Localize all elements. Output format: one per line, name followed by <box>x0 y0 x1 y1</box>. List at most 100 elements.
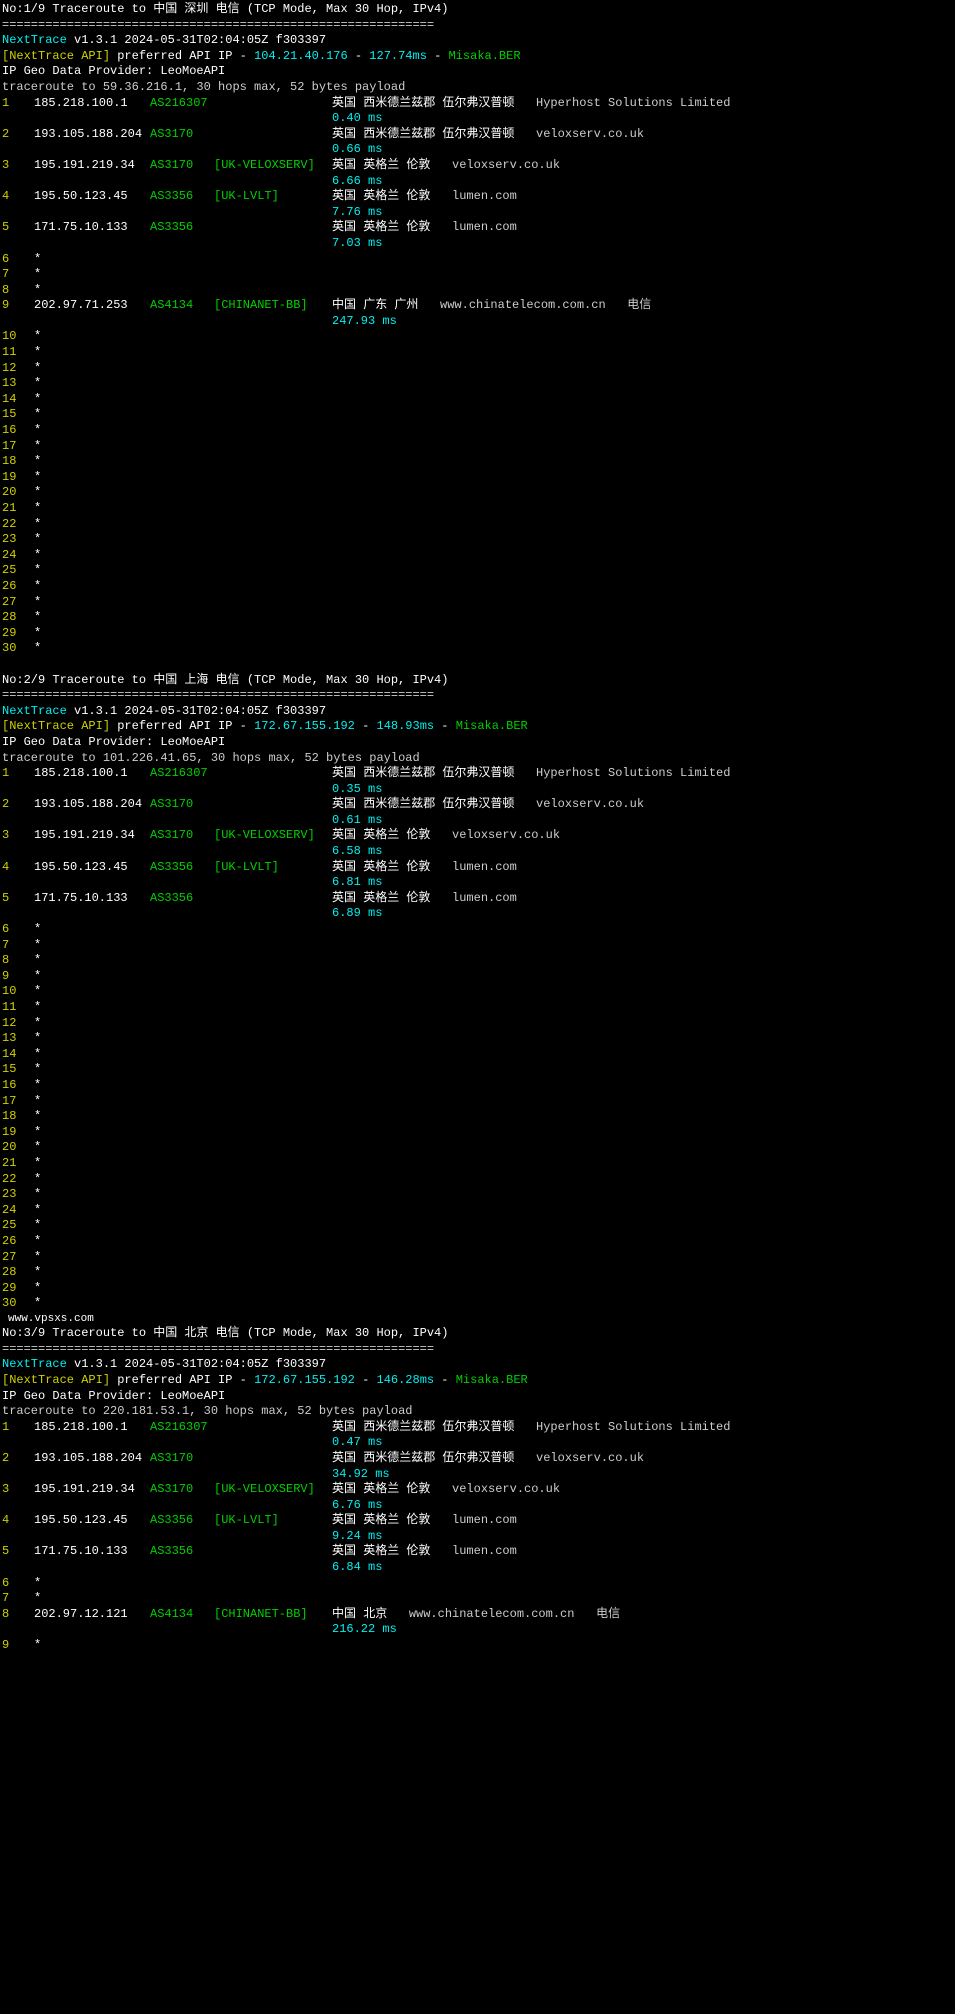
hop-ip: 195.50.123.45 <box>34 189 150 205</box>
hop-number: 5 <box>2 891 34 907</box>
hop-row: 12* <box>2 361 955 377</box>
hop-row: 6* <box>2 922 955 938</box>
hop-ip: 193.105.188.204 <box>34 797 150 813</box>
hop-row: 21* <box>2 1156 955 1172</box>
hop-number: 18 <box>2 454 34 470</box>
hop-row: 7* <box>2 938 955 954</box>
hop-number: 9 <box>2 969 34 985</box>
hop-latency: 6.89 ms <box>2 906 955 922</box>
api-ip: 172.67.155.192 <box>254 1373 355 1387</box>
hop-row: 12* <box>2 1016 955 1032</box>
traceroute-target-line: traceroute to 101.226.41.65, 30 hops max… <box>2 751 955 767</box>
hop-isp: lumen.com <box>452 189 517 203</box>
hop-row: 5171.75.10.133AS3356英国 英格兰 伦敦 lumen.com <box>2 1544 955 1560</box>
hop-location: 英国 英格兰 伦敦 <box>332 1513 430 1527</box>
hop-row: 24* <box>2 1203 955 1219</box>
hop-row: 23* <box>2 1187 955 1203</box>
hop-row: 18* <box>2 1109 955 1125</box>
hop-number: 6 <box>2 252 34 268</box>
hop-timeout-star: * <box>34 329 41 343</box>
hop-timeout-star: * <box>34 267 41 281</box>
hop-number: 1 <box>2 96 34 112</box>
hop-timeout-star: * <box>34 423 41 437</box>
hop-timeout-star: * <box>34 1250 41 1264</box>
hop-timeout-star: * <box>34 376 41 390</box>
hop-row: 3195.191.219.34AS3170[UK-VELOXSERV]英国 英格… <box>2 158 955 174</box>
hop-timeout-star: * <box>34 485 41 499</box>
hop-number: 9 <box>2 1638 34 1654</box>
hop-number: 8 <box>2 953 34 969</box>
hop-row: 4195.50.123.45AS3356[UK-LVLT]英国 英格兰 伦敦 l… <box>2 1513 955 1529</box>
hop-number: 4 <box>2 189 34 205</box>
hop-latency: 0.47 ms <box>2 1435 955 1451</box>
hop-asn: AS3170 <box>150 797 214 813</box>
hop-timeout-star: * <box>34 1203 41 1217</box>
hop-row: 19* <box>2 470 955 486</box>
watermark: www.vpsxs.com <box>2 1312 955 1326</box>
hop-row: 8202.97.12.121AS4134[CHINANET-BB]中国 北京 w… <box>2 1607 955 1623</box>
hop-timeout-star: * <box>34 407 41 421</box>
hop-tag: [UK-VELOXSERV] <box>214 1482 332 1498</box>
hop-timeout-star: * <box>34 1047 41 1061</box>
hop-number: 3 <box>2 1482 34 1498</box>
hop-timeout-star: * <box>34 1078 41 1092</box>
hop-timeout-star: * <box>34 984 41 998</box>
hop-asn: AS3170 <box>150 127 214 143</box>
hop-row: 15* <box>2 407 955 423</box>
hop-asn: AS216307 <box>150 766 214 782</box>
api-preferred: preferred API IP <box>117 1373 232 1387</box>
hop-timeout-star: * <box>34 1000 41 1014</box>
hop-number: 22 <box>2 517 34 533</box>
program-version: v1.3.1 2024-05-31T02:04:05Z f303397 <box>74 1357 326 1371</box>
hop-row: 9202.97.71.253AS4134[CHINANET-BB]中国 广东 广… <box>2 298 955 314</box>
hop-isp: veloxserv.co.uk <box>536 127 644 141</box>
hop-number: 6 <box>2 922 34 938</box>
hop-location: 英国 英格兰 伦敦 <box>332 828 430 842</box>
hop-timeout-star: * <box>34 1296 41 1310</box>
hop-timeout-star: * <box>34 1638 41 1652</box>
hop-asn: AS3356 <box>150 891 214 907</box>
hop-row: 9* <box>2 1638 955 1654</box>
hop-latency: 6.84 ms <box>2 1560 955 1576</box>
trace-section: No:2/9 Traceroute to 中国 上海 电信 (TCP Mode,… <box>2 673 955 1312</box>
hop-timeout-star: * <box>34 922 41 936</box>
hop-number: 11 <box>2 345 34 361</box>
hop-timeout-star: * <box>34 953 41 967</box>
hop-row: 24* <box>2 548 955 564</box>
hop-row: 28* <box>2 1265 955 1281</box>
hop-tag: [UK-VELOXSERV] <box>214 158 332 174</box>
trace-section: No:1/9 Traceroute to 中国 深圳 电信 (TCP Mode,… <box>2 2 955 657</box>
hop-timeout-star: * <box>34 454 41 468</box>
hop-number: 2 <box>2 127 34 143</box>
hop-row: 2193.105.188.204AS3170英国 西米德兰兹郡 伍尔弗汉普顿 v… <box>2 127 955 143</box>
hop-latency: 247.93 ms <box>2 314 955 330</box>
hop-ip: 195.50.123.45 <box>34 860 150 876</box>
hop-ip: 171.75.10.133 <box>34 891 150 907</box>
hop-number: 25 <box>2 563 34 579</box>
hop-number: 29 <box>2 1281 34 1297</box>
hop-number: 11 <box>2 1000 34 1016</box>
hop-isp: veloxserv.co.uk <box>536 1451 644 1465</box>
hop-number: 30 <box>2 1296 34 1312</box>
hop-ip: 171.75.10.133 <box>34 220 150 236</box>
hop-latency: 34.92 ms <box>2 1467 955 1483</box>
hop-latency: 6.81 ms <box>2 875 955 891</box>
hop-isp: Hyperhost Solutions Limited <box>536 766 730 780</box>
hop-timeout-star: * <box>34 1109 41 1123</box>
divider: ========================================… <box>2 18 955 34</box>
hop-number: 3 <box>2 158 34 174</box>
hop-row: 1185.218.100.1AS216307英国 西米德兰兹郡 伍尔弗汉普顿 H… <box>2 96 955 112</box>
hop-location: 英国 英格兰 伦敦 <box>332 1544 430 1558</box>
hop-number: 4 <box>2 1513 34 1529</box>
hop-timeout-star: * <box>34 1094 41 1108</box>
hop-number: 23 <box>2 532 34 548</box>
hop-hostname: www.chinatelecom.com.cn <box>440 298 606 312</box>
hop-row: 29* <box>2 1281 955 1297</box>
hop-number: 17 <box>2 1094 34 1110</box>
api-preferred: preferred API IP <box>117 49 232 63</box>
hop-latency: 0.40 ms <box>2 111 955 127</box>
hop-number: 5 <box>2 220 34 236</box>
hop-timeout-star: * <box>34 1576 41 1590</box>
api-label: [NextTrace API] <box>2 719 110 733</box>
hop-timeout-star: * <box>34 1140 41 1154</box>
